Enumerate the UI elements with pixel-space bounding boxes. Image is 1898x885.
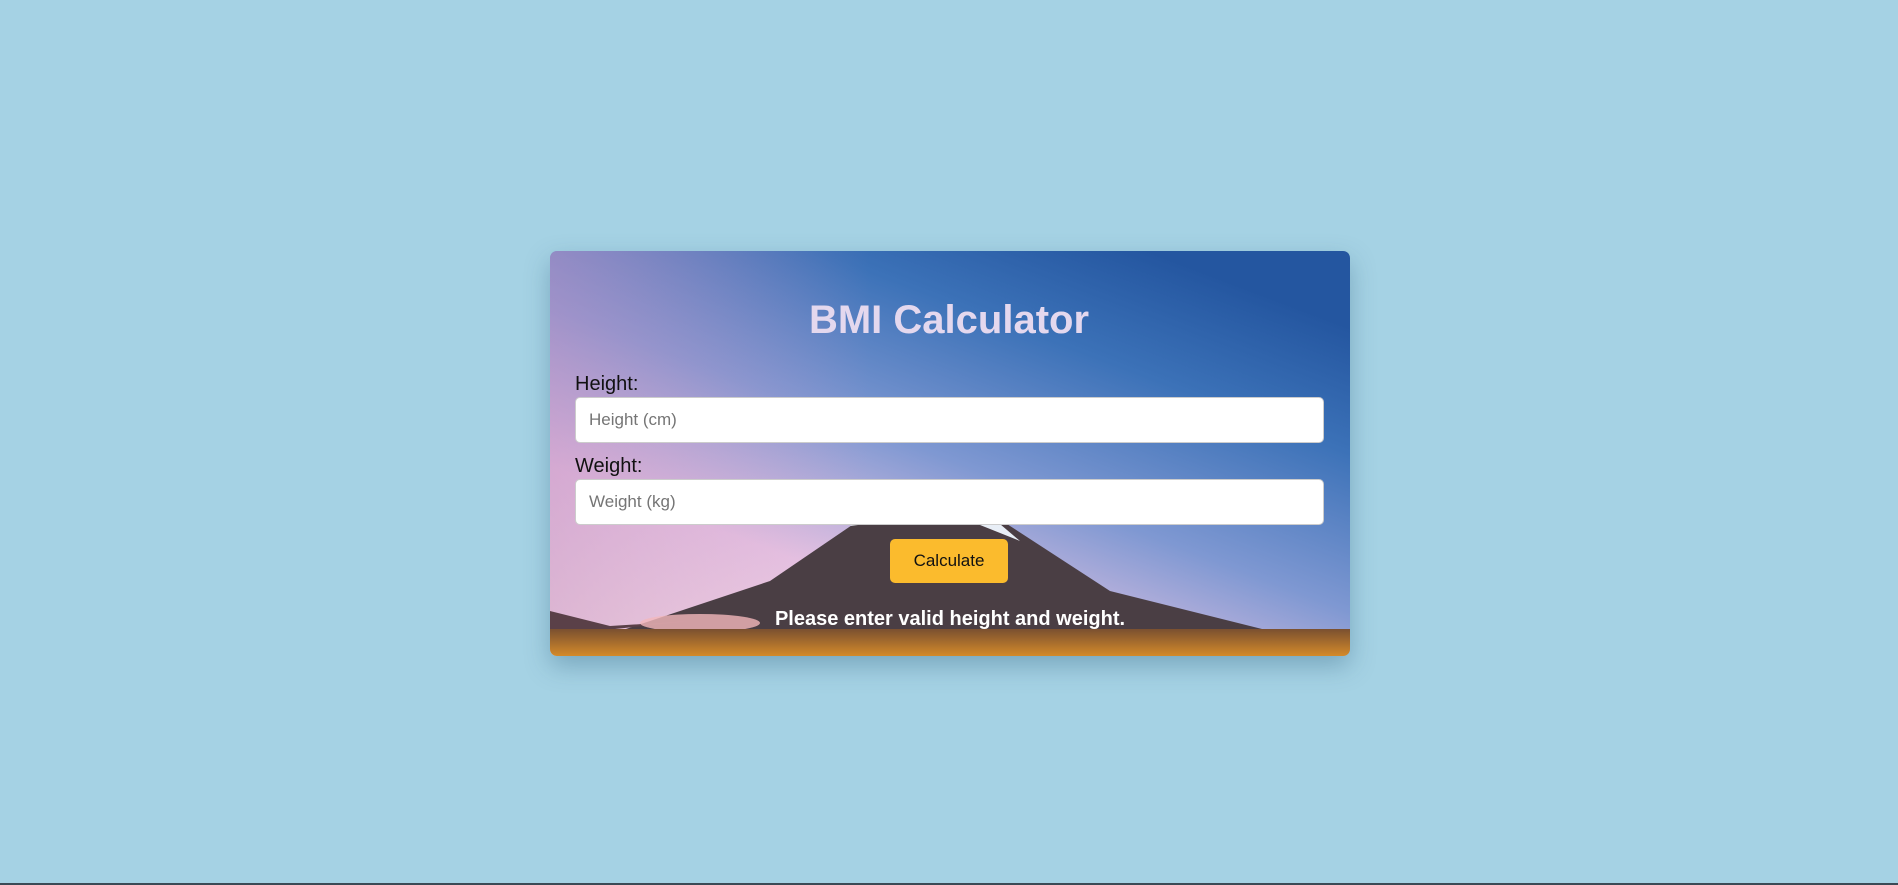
height-input[interactable]: [575, 397, 1324, 443]
weight-label: Weight:: [575, 455, 643, 477]
height-label: Height:: [575, 373, 639, 395]
calculate-button[interactable]: Calculate: [890, 539, 1008, 583]
page-title: BMI Calculator: [808, 298, 1090, 342]
result-message: Please enter valid height and weight.: [774, 608, 1126, 630]
weight-input[interactable]: [575, 479, 1324, 525]
